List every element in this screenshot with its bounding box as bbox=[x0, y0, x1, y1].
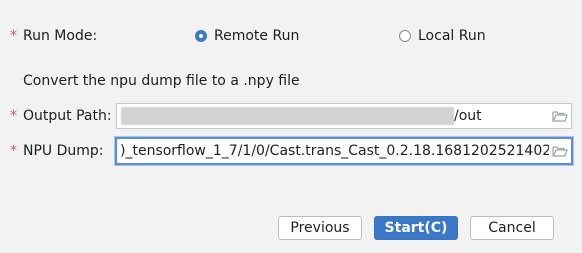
remote-run-label: Remote Run bbox=[214, 28, 300, 44]
output-path-field[interactable]: /out bbox=[116, 103, 572, 129]
run-mode-label: Run Mode: bbox=[23, 28, 98, 44]
npu-dump-field[interactable]: )_tensorflow_1_7/1/0/Cast.trans_Cast_0.2… bbox=[115, 137, 573, 165]
run-mode-label-group: * Run Mode: bbox=[10, 28, 97, 44]
npu-dump-label-group: * NPU Dump: bbox=[10, 143, 104, 159]
remote-run-radio[interactable]: Remote Run bbox=[195, 28, 299, 44]
redacted-path-block bbox=[121, 107, 454, 125]
required-asterisk: * bbox=[10, 143, 17, 159]
folder-open-icon bbox=[552, 146, 568, 157]
npu-dump-value: )_tensorflow_1_7/1/0/Cast.trans_Cast_0.2… bbox=[120, 143, 549, 159]
local-run-radio[interactable]: Local Run bbox=[399, 28, 486, 44]
cancel-button[interactable]: Cancel bbox=[470, 216, 554, 240]
folder-open-icon bbox=[552, 111, 568, 122]
local-run-label: Local Run bbox=[418, 28, 486, 44]
npu-dump-label: NPU Dump: bbox=[23, 143, 104, 159]
required-asterisk: * bbox=[10, 28, 17, 44]
npu-dump-browse-button[interactable] bbox=[549, 139, 571, 163]
previous-button[interactable]: Previous bbox=[278, 216, 362, 240]
radio-unchecked-icon bbox=[399, 30, 411, 42]
output-path-label: Output Path: bbox=[23, 108, 112, 124]
required-asterisk: * bbox=[10, 108, 17, 124]
description-text: Convert the npu dump file to a .npy file bbox=[23, 73, 300, 89]
radio-checked-icon bbox=[195, 30, 207, 42]
output-path-value: /out bbox=[454, 108, 482, 124]
output-path-browse-button[interactable] bbox=[549, 104, 571, 128]
output-path-label-group: * Output Path: bbox=[10, 108, 112, 124]
start-button[interactable]: Start(C) bbox=[374, 216, 458, 240]
